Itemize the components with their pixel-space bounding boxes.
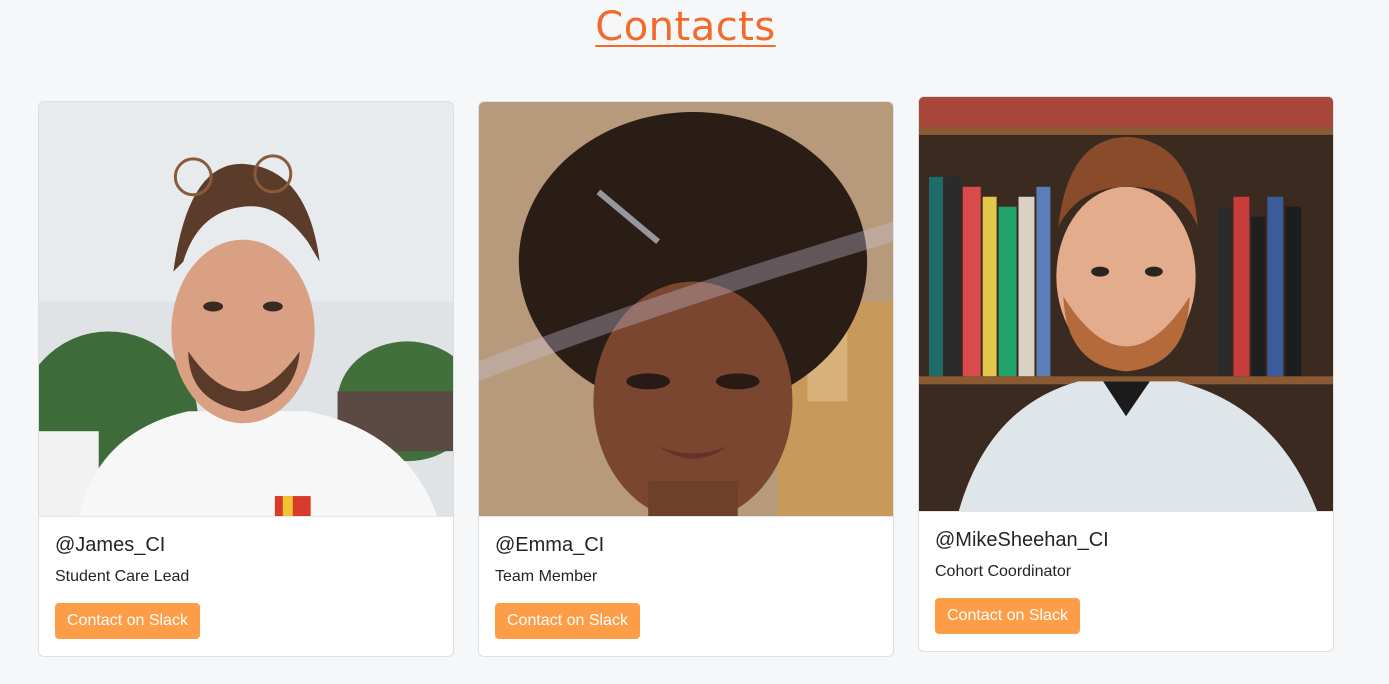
contact-role: Cohort Coordinator [935,563,1072,580]
contact-photo [479,102,893,517]
contact-role: Team Member [495,568,598,585]
contact-handle: @James_CI [55,534,166,556]
contact-card-body: @James_CI Student Care Lead Contact on S… [39,517,453,656]
contact-card-body: @MikeSheehan_CI Cohort Coordinator Conta… [919,512,1333,651]
contact-card: @Emma_CI Team Member Contact on Slack [478,101,894,657]
contact-card-body: @Emma_CI Team Member Contact on Slack [479,517,893,656]
contact-on-slack-button[interactable]: Contact on Slack [55,603,200,639]
contact-on-slack-button[interactable]: Contact on Slack [935,598,1080,634]
page-title[interactable]: Contacts [0,4,1371,50]
contact-card: @MikeSheehan_CI Cohort Coordinator Conta… [918,96,1334,652]
contact-role: Student Care Lead [55,568,190,585]
contact-card: @James_CI Student Care Lead Contact on S… [38,101,454,657]
contact-handle: @MikeSheehan_CI [935,529,1109,551]
contacts-page: Contacts @James_CI Student Care Lead Con… [0,0,1389,684]
contact-handle: @Emma_CI [495,534,605,556]
contact-photo [39,102,453,517]
contact-photo [919,97,1333,512]
contact-on-slack-button[interactable]: Contact on Slack [495,603,640,639]
